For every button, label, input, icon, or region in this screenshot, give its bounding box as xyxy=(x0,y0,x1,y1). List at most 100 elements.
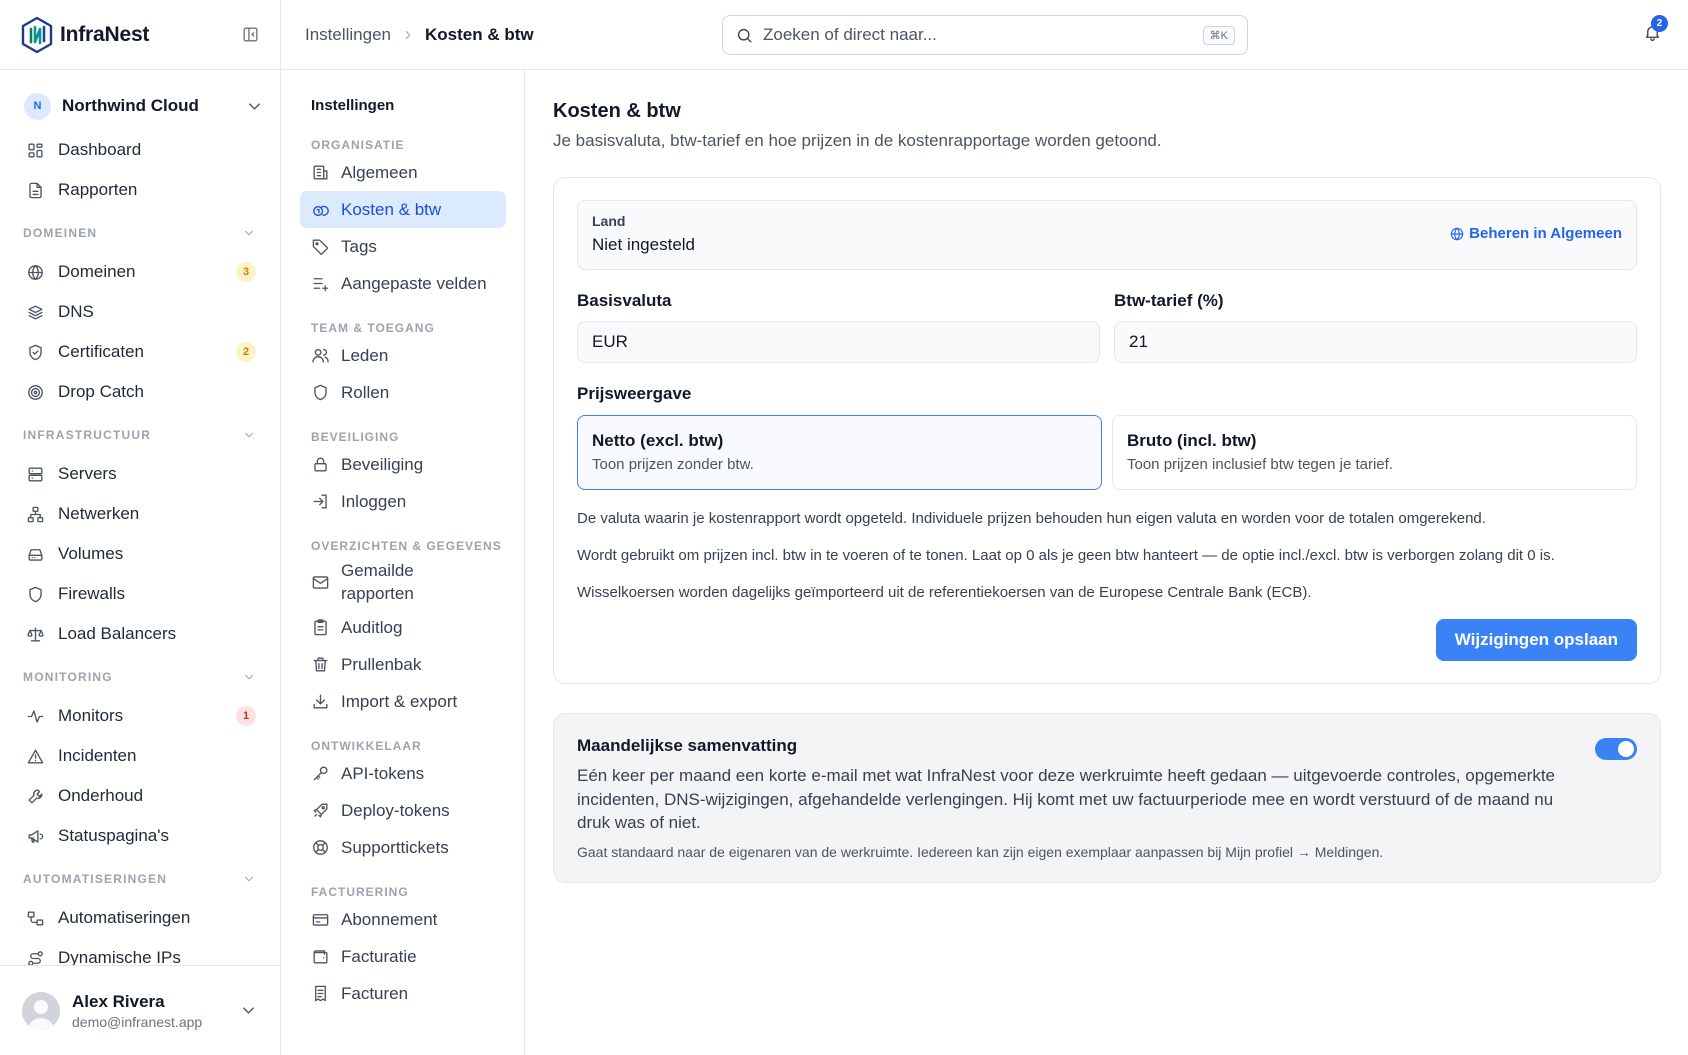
sidebar-item-firewalls[interactable]: Firewalls xyxy=(0,574,280,614)
settings-item-prullenbak[interactable]: Prullenbak xyxy=(300,646,506,683)
settings-item-abonnement[interactable]: Abonnement xyxy=(300,901,506,938)
settings-item-leden[interactable]: Leden xyxy=(300,337,506,374)
settings-item-gemailde-rapporten[interactable]: Gemailde rapporten xyxy=(300,555,506,609)
scale-icon xyxy=(26,625,45,644)
option-title: Bruto (incl. btw) xyxy=(1127,431,1257,450)
sidebar-item-rapporten[interactable]: Rapporten xyxy=(0,170,280,210)
sidebar-item-label: Incidenten xyxy=(58,746,137,765)
sidebar-group-domeinen[interactable]: DOMEINEN xyxy=(0,214,280,252)
dashboard-icon xyxy=(26,141,45,160)
sidebar-item-automatiseringen[interactable]: Automatiseringen xyxy=(0,898,280,938)
settings-item-label: Gemailde rapporten xyxy=(341,561,414,603)
sidebar-collapse-icon[interactable] xyxy=(241,25,260,44)
user-info: Alex Rivera demo@infranest.app xyxy=(72,992,239,1030)
settings-item-algemeen[interactable]: Algemeen xyxy=(300,154,506,191)
option-netto[interactable]: Netto (excl. btw) Toon prijzen zonder bt… xyxy=(577,415,1102,490)
sidebar-item-label: Servers xyxy=(58,464,117,483)
infranest-logo-icon[interactable] xyxy=(20,16,54,54)
lifebuoy-icon xyxy=(311,838,330,857)
sidebar-item-drop-catch[interactable]: Drop Catch xyxy=(0,372,280,412)
settings-item-api-tokens[interactable]: API-tokens xyxy=(300,755,506,792)
workspace-switcher[interactable]: N Northwind Cloud xyxy=(24,90,264,122)
settings-item-label: Inloggen xyxy=(341,492,407,511)
sidebar-item-label: DNS xyxy=(58,302,94,321)
chevron-down-icon xyxy=(245,97,264,116)
currency-column: Basisvaluta EUR xyxy=(577,291,1100,363)
sidebar-item-netwerken[interactable]: Netwerken xyxy=(0,494,280,534)
settings-item-label: Leden xyxy=(341,346,389,365)
settings-item-deploy-tokens[interactable]: Deploy-tokens xyxy=(300,792,506,829)
sidebar-item-label: Rapporten xyxy=(58,180,138,199)
sidebar-item-dashboard[interactable]: Dashboard xyxy=(0,130,280,170)
sidebar-item-servers[interactable]: Servers xyxy=(0,454,280,494)
chevron-down-icon xyxy=(239,1001,258,1020)
sidebar-group-label: AUTOMATISERINGEN xyxy=(23,872,168,886)
sidebar-item-onderhoud[interactable]: Onderhoud xyxy=(0,776,280,816)
sidebar-item-dns[interactable]: DNS xyxy=(0,292,280,332)
rocket-icon xyxy=(311,801,330,820)
help-text-vat: Wordt gebruikt om prijzen incl. btw in t… xyxy=(577,547,1555,564)
settings-item-rollen[interactable]: Rollen xyxy=(300,374,506,411)
workspace-avatar: N xyxy=(24,92,51,120)
report-icon xyxy=(26,181,45,200)
settings-item-tags[interactable]: Tags xyxy=(300,228,506,265)
settings-item-auditlog[interactable]: Auditlog xyxy=(300,609,506,646)
settings-item-label: Beveiliging xyxy=(341,455,424,474)
settings-item-supporttickets[interactable]: Supporttickets xyxy=(300,829,506,866)
country-field: Land Niet ingesteld Beheren in Algemeen xyxy=(577,200,1637,270)
settings-item-label: Deploy-tokens xyxy=(341,801,450,820)
sidebar-group-label: INFRASTRUCTUUR xyxy=(23,428,152,442)
sidebar-item-load-balancers[interactable]: Load Balancers xyxy=(0,614,280,654)
sidebar-group-infrastructuur[interactable]: INFRASTRUCTUUR xyxy=(0,416,280,454)
settings-item-facturatie[interactable]: Facturatie xyxy=(300,938,506,975)
settings-item-label: Auditlog xyxy=(341,618,403,637)
sidebar-group-automatiseringen[interactable]: AUTOMATISERINGEN xyxy=(0,860,280,898)
wrench-icon xyxy=(26,787,45,806)
user-menu[interactable]: Alex Rivera demo@infranest.app xyxy=(0,965,280,1055)
globe-icon xyxy=(1449,226,1465,242)
login-icon xyxy=(311,492,330,511)
users-icon xyxy=(311,346,330,365)
settings-item-aangepaste-velden[interactable]: Aangepaste velden xyxy=(300,265,506,302)
sidebar-group-label: DOMEINEN xyxy=(23,226,98,240)
price-display-label: Prijsweergave xyxy=(577,384,692,403)
sidebar-item-statuspaginas[interactable]: Statuspagina's xyxy=(0,816,280,856)
sidebar-item-monitors[interactable]: Monitors 1 xyxy=(0,696,280,736)
alert-triangle-icon xyxy=(26,747,45,766)
vat-field[interactable]: 21 xyxy=(1114,321,1637,363)
sidebar-item-domeinen[interactable]: Domeinen 3 xyxy=(0,252,280,292)
sidebar-item-incidenten[interactable]: Incidenten xyxy=(0,736,280,776)
server-icon xyxy=(26,465,45,484)
manage-in-general-link[interactable]: Beheren in Algemeen xyxy=(1449,225,1622,242)
option-bruto[interactable]: Bruto (incl. btw) Toon prijzen inclusief… xyxy=(1112,415,1637,490)
settings-item-import-export[interactable]: Import & export xyxy=(300,683,506,720)
settings-item-facturen[interactable]: Facturen xyxy=(300,975,506,1012)
clipboard-icon xyxy=(311,618,330,637)
sidebar-item-label: Automatiseringen xyxy=(58,908,191,927)
settings-item-label: Facturen xyxy=(341,984,409,1003)
list-plus-icon xyxy=(311,274,330,293)
sidebar-item-label: Onderhoud xyxy=(58,786,144,805)
sidebar-item-label: Statuspagina's xyxy=(58,826,169,845)
breadcrumb-instellingen[interactable]: Instellingen xyxy=(305,25,391,45)
help-text-exchange: Wisselkoersen worden dagelijks geïmporte… xyxy=(577,584,1312,601)
settings-item-beveiliging[interactable]: Beveiliging xyxy=(300,446,506,483)
toggle-knob xyxy=(1618,741,1634,757)
settings-item-label: Supporttickets xyxy=(341,838,449,857)
chevron-down-icon xyxy=(242,428,256,442)
search-input[interactable]: Zoeken of direct naar... xyxy=(763,25,1203,45)
settings-item-inloggen[interactable]: Inloggen xyxy=(300,483,506,520)
search-bar[interactable]: Zoeken of direct naar... ⌘K xyxy=(722,15,1248,55)
monthly-summary-toggle[interactable] xyxy=(1595,738,1637,760)
sidebar-item-certificaten[interactable]: Certificaten 2 xyxy=(0,332,280,372)
option-title: Netto (excl. btw) xyxy=(592,431,724,450)
settings-nav: Instellingen ORGANISATIE Algemeen Kosten… xyxy=(281,70,525,1055)
price-display-options: Netto (excl. btw) Toon prijzen zonder bt… xyxy=(577,415,1637,490)
count-badge: 1 xyxy=(236,706,256,726)
settings-group-label: ORGANISATIE xyxy=(311,138,405,152)
sidebar-item-volumes[interactable]: Volumes xyxy=(0,534,280,574)
currency-field[interactable]: EUR xyxy=(577,321,1100,363)
save-button[interactable]: Wijzigingen opslaan xyxy=(1435,619,1637,661)
sidebar-group-monitoring[interactable]: MONITORING xyxy=(0,658,280,696)
settings-item-kosten-btw[interactable]: Kosten & btw xyxy=(300,191,506,228)
